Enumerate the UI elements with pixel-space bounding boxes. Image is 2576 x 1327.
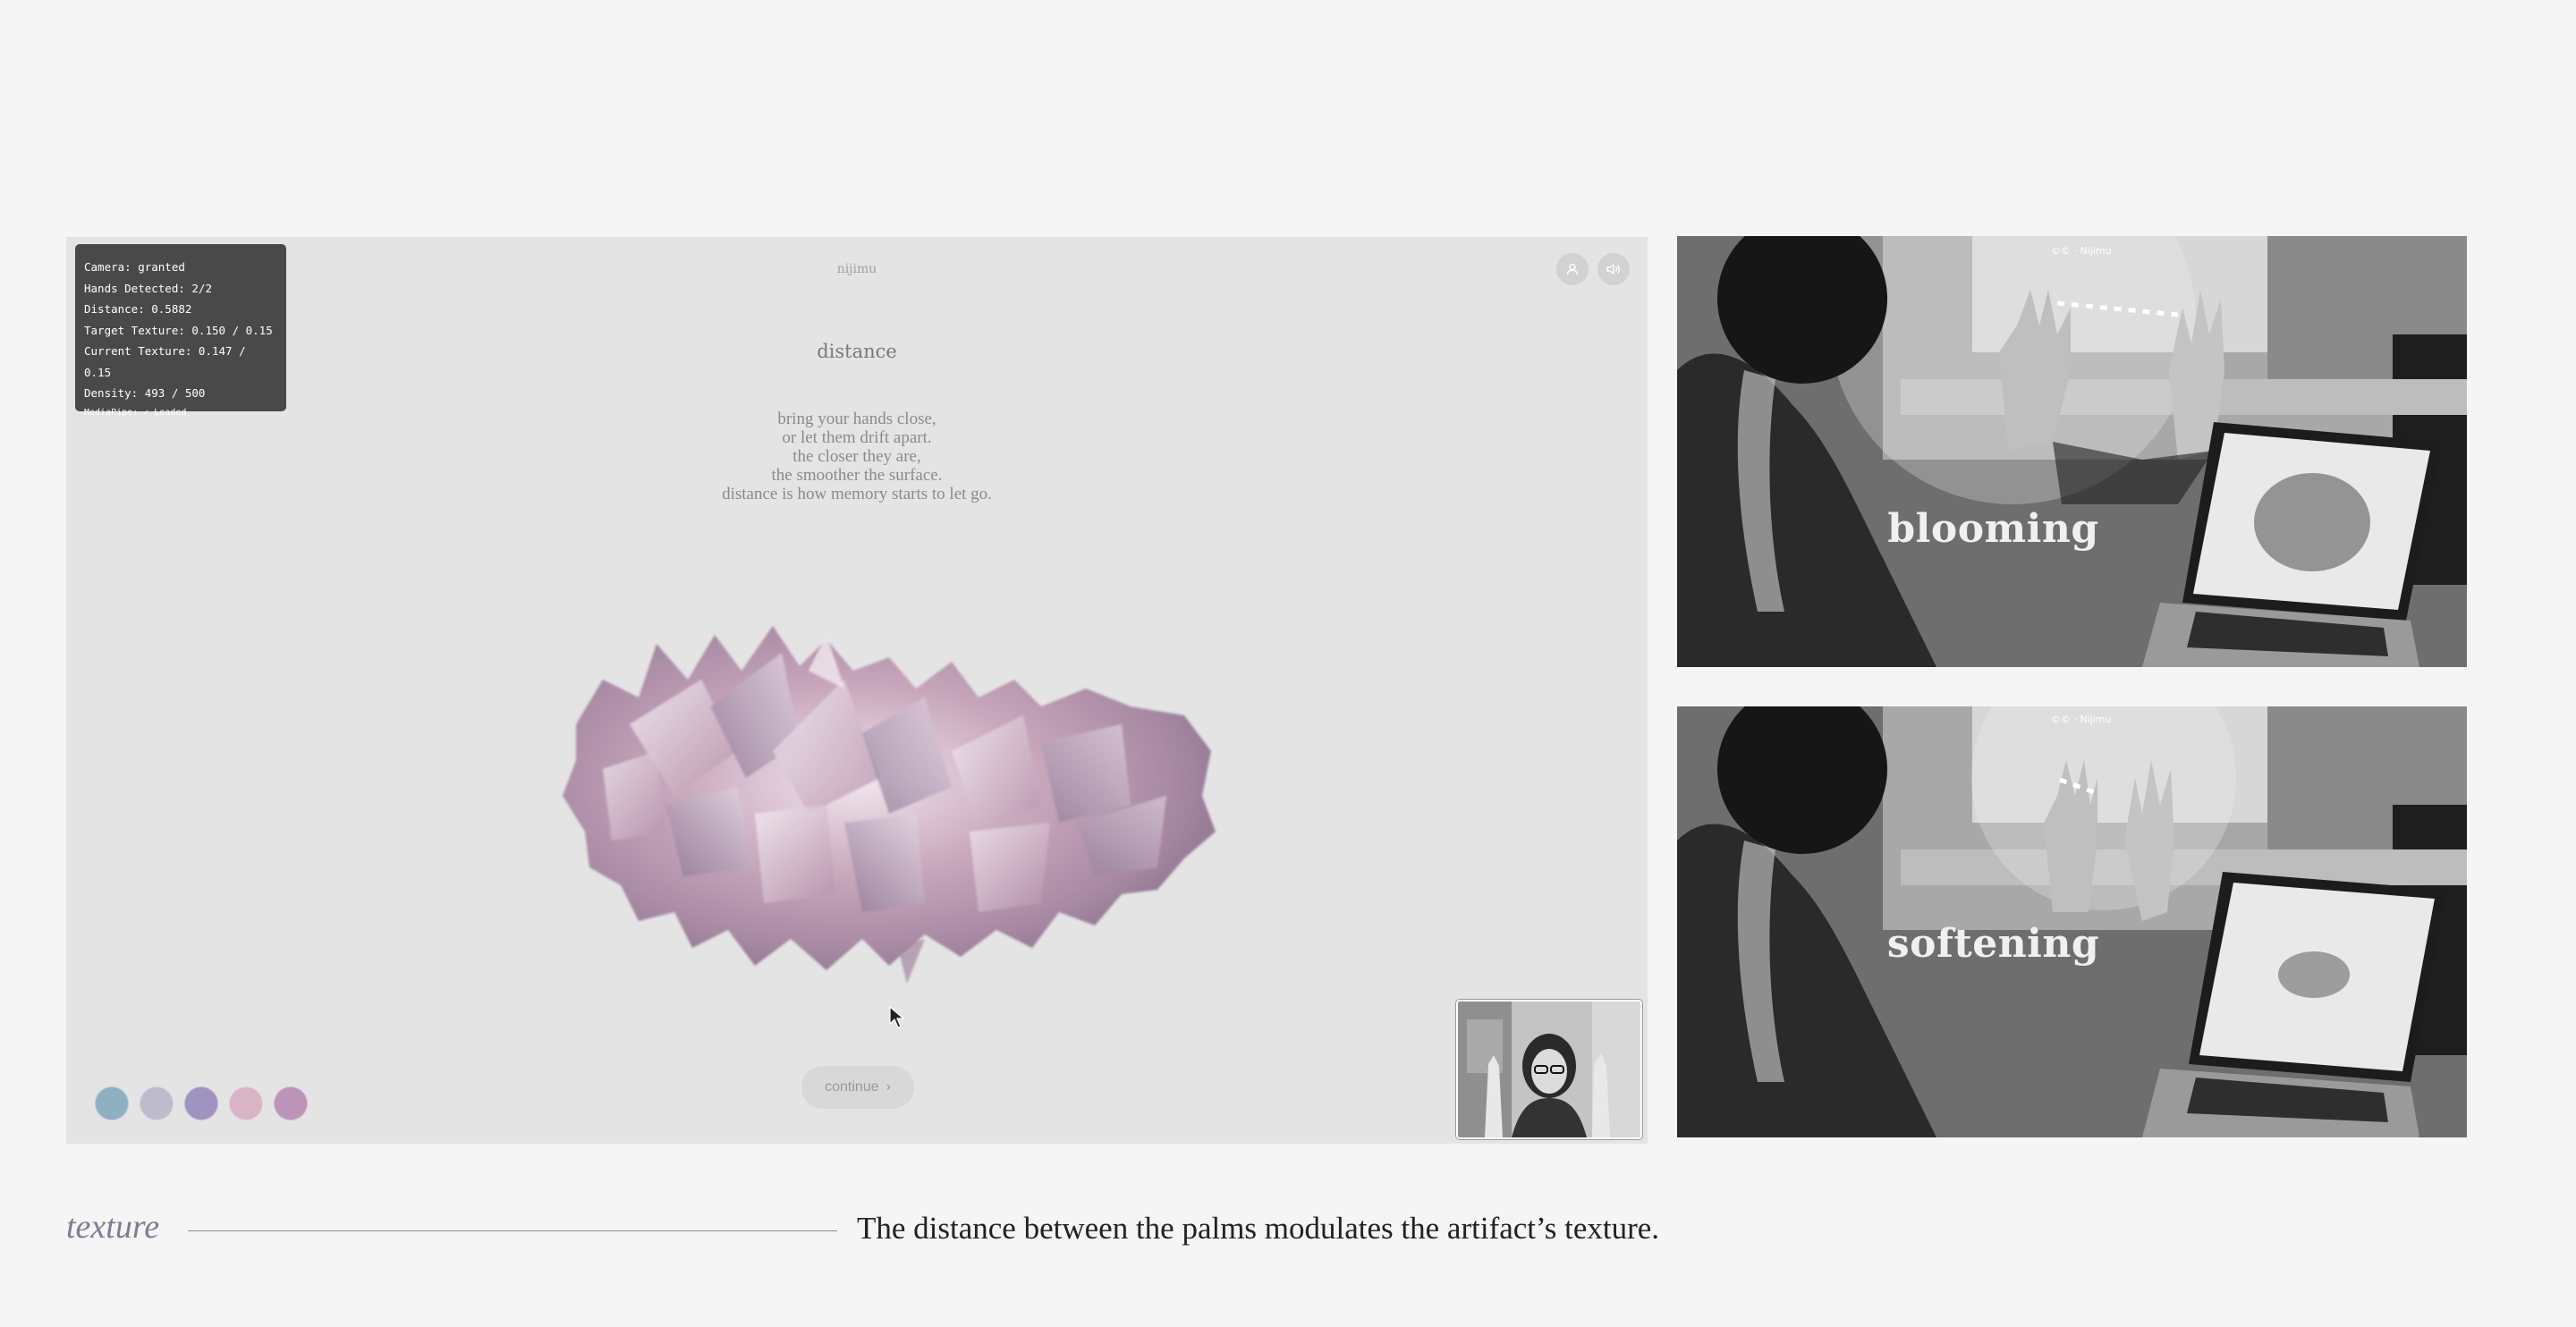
color-swatch-row	[95, 1086, 308, 1120]
poem-line: the closer they are,	[792, 447, 921, 466]
photo-watermark: ©© · Nijimu	[2051, 714, 2112, 725]
brand-logo: nijimu	[836, 262, 877, 276]
photo-label-blooming: blooming	[1887, 506, 2099, 552]
color-swatch[interactable]	[229, 1086, 263, 1120]
user-icon[interactable]	[1556, 253, 1589, 285]
debug-target-texture: Target Texture: 0.150 / 0.15	[84, 323, 273, 337]
poem-line: bring your hands close,	[777, 410, 936, 428]
color-swatch[interactable]	[274, 1086, 308, 1120]
poem-line: distance is how memory starts to let go.	[722, 485, 992, 503]
app-window: Camera: granted Hands Detected: 2/2 Dist…	[66, 237, 1648, 1144]
chevron-right-icon: ›	[886, 1079, 891, 1095]
speaker-icon[interactable]	[1597, 253, 1630, 285]
instruction-poem: bring your hands close, or let them drif…	[66, 410, 1648, 503]
photo-watermark: ©© · Nijimu	[2051, 245, 2112, 257]
photo-label-softening: softening	[1886, 921, 2100, 967]
caption-text: The distance between the palms modulates…	[857, 1211, 1660, 1246]
photo-blooming: ©© · Nijimu blooming	[1677, 236, 2467, 667]
caption-divider	[188, 1230, 837, 1231]
color-swatch[interactable]	[184, 1086, 218, 1120]
continue-button[interactable]: continue ›	[801, 1066, 914, 1109]
debug-density: Density: 493 / 500	[84, 386, 206, 400]
top-icon-bar	[1556, 253, 1630, 285]
color-swatch[interactable]	[140, 1086, 174, 1120]
color-swatch[interactable]	[95, 1086, 129, 1120]
debug-hands: Hands Detected: 2/2	[84, 281, 212, 295]
artifact-3d-render[interactable]	[504, 572, 1238, 997]
section-heading: distance	[817, 341, 897, 362]
debug-distance: Distance: 0.5882	[84, 302, 192, 316]
continue-label: continue	[825, 1079, 879, 1095]
mouse-cursor-icon	[889, 1006, 905, 1028]
poem-line: or let them drift apart.	[782, 428, 932, 447]
photo-softening: ©© · Nijimu softening	[1677, 706, 2467, 1137]
caption-term: texture	[66, 1208, 160, 1246]
poem-line: the smoother the surface.	[771, 466, 943, 485]
webcam-preview	[1456, 1000, 1642, 1139]
